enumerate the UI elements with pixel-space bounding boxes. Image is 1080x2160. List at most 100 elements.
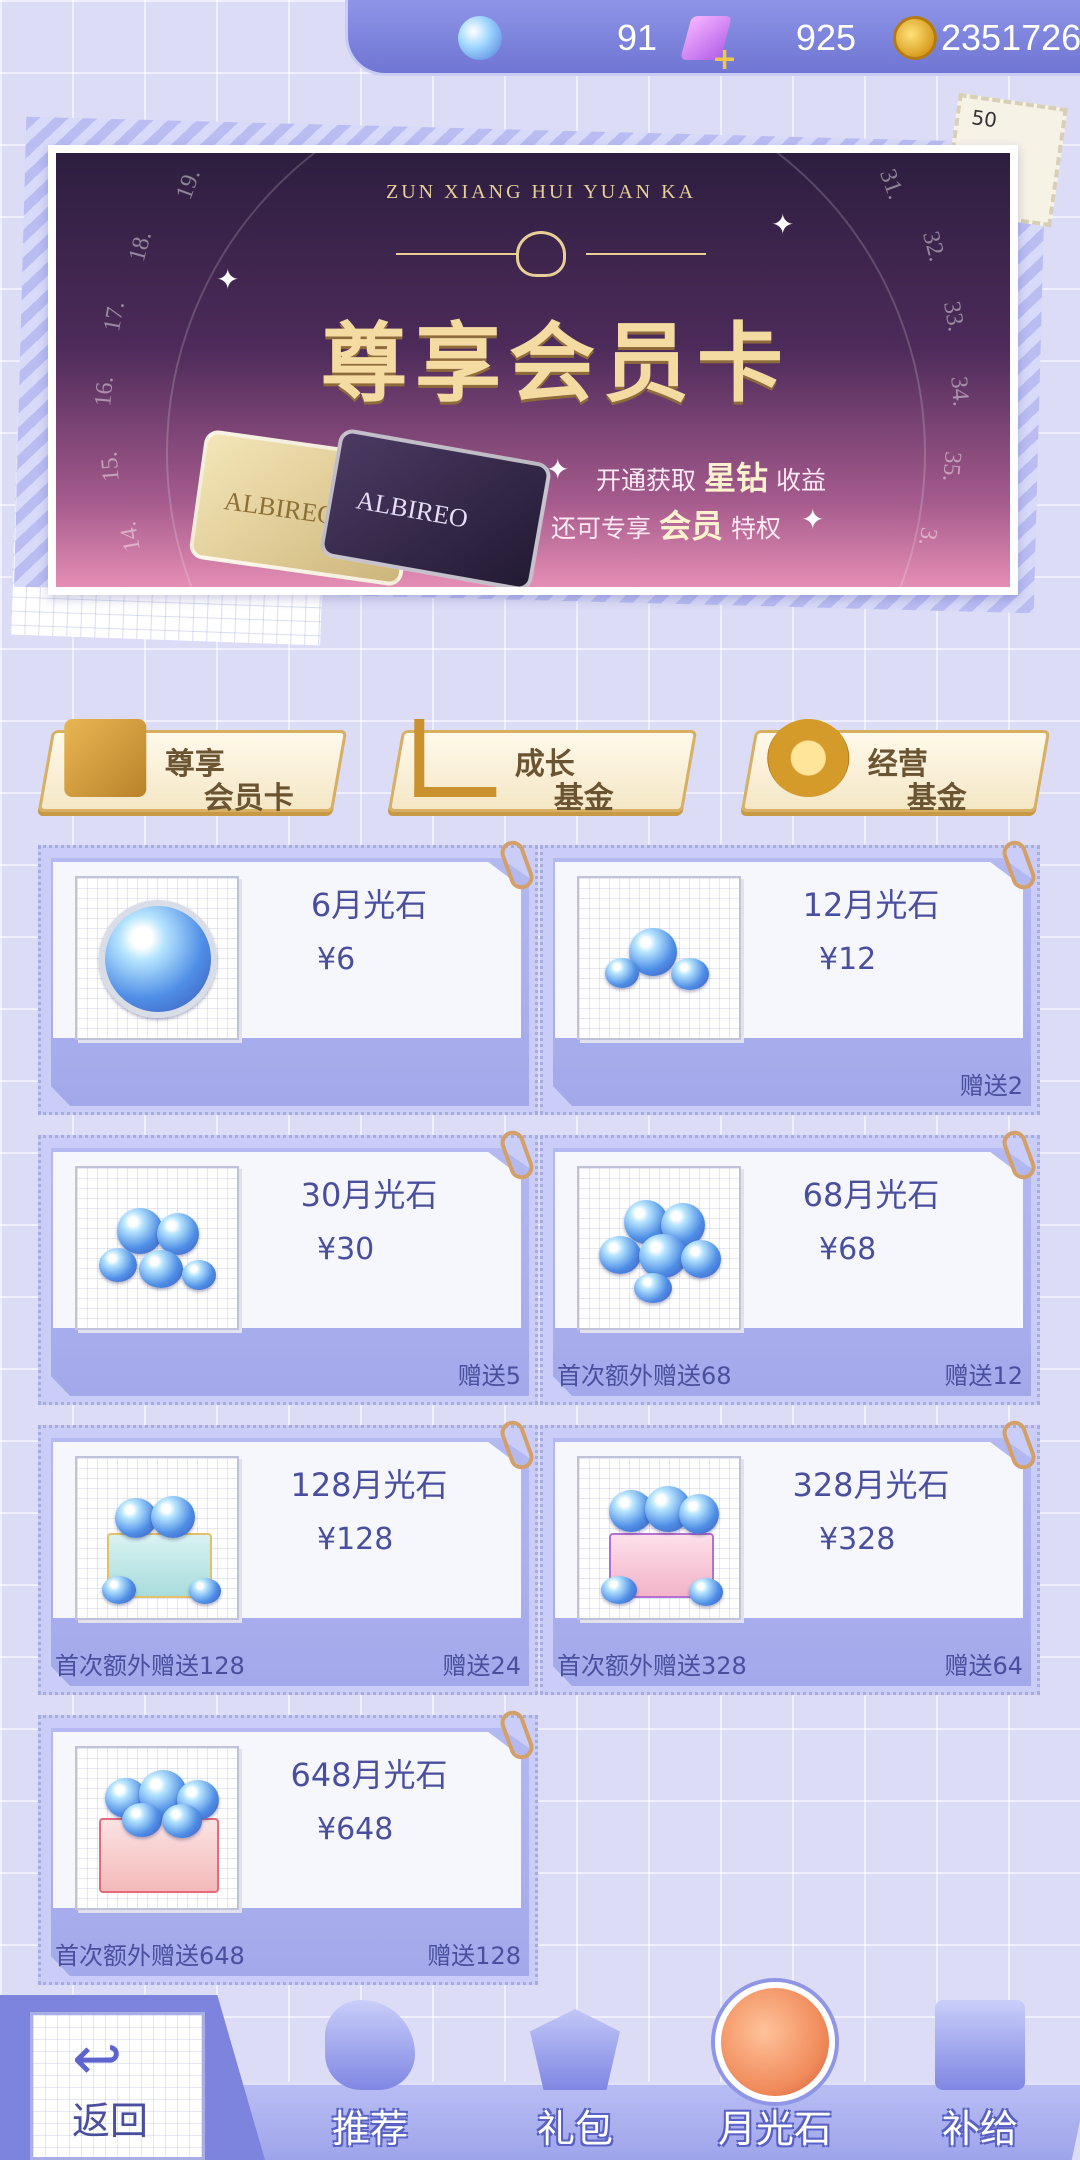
feature-label-line2: 基金 [553, 781, 614, 816]
moonstone-icon [99, 900, 217, 1018]
blue-gem-icon [458, 16, 502, 60]
moonstone-icon [151, 1496, 195, 1538]
product-name: 12月光石 [802, 886, 940, 924]
gold-currency[interactable]: 2351726 [893, 0, 1080, 76]
product-card-328[interactable]: 328月光石 ¥328 首次额外赠送328 赠送64 [540, 1417, 1040, 1695]
shopping-bag-icon [935, 2000, 1025, 2090]
swan-icon [325, 2000, 415, 2090]
sparkle-icon: ✦ [546, 453, 570, 486]
first-purchase-bonus: 首次额外赠送128 [55, 1652, 245, 1680]
dial-number: 17. [99, 299, 130, 334]
product-image [75, 1456, 239, 1620]
product-image [75, 1166, 239, 1330]
banner-benefit-line2: 还可专享 会员 特权 [551, 501, 781, 547]
product-price: ¥68 [819, 1232, 877, 1267]
gold-count: 2351726 [941, 17, 1080, 58]
banner-benefit-line1: 开通获取 星钻 收益 [596, 453, 826, 499]
product-image [75, 1746, 239, 1910]
moonstone-icon [102, 1576, 136, 1604]
moonstone-icon [599, 1236, 641, 1274]
product-price: ¥128 [317, 1522, 394, 1557]
moonstone-icon [182, 1260, 216, 1290]
moonstone-icon [99, 1248, 137, 1282]
tab-label: 礼包 [536, 2107, 613, 2151]
growth-fund-button[interactable]: 成长 基金 [387, 719, 698, 816]
product-image [75, 876, 239, 1040]
currency-bar: 91 + 925 2351726 [345, 0, 1080, 77]
tab-label: 推荐 [331, 2107, 408, 2151]
tab-supply[interactable]: 补给 [895, 1990, 1055, 2160]
benefit-highlight: 星钻 [703, 459, 768, 497]
tab-moonstone[interactable]: 月光石 [690, 1982, 850, 2160]
moonstone-icon [122, 1803, 162, 1837]
product-card-648[interactable]: 648月光石 ¥648 首次额外赠送648 赠送128 [38, 1707, 538, 1985]
gift-bonus: 赠送24 [442, 1652, 521, 1680]
product-price: ¥30 [317, 1232, 375, 1267]
dial-number: 14. [115, 519, 146, 554]
moonstone-icon [681, 1240, 721, 1278]
first-purchase-bonus: 首次额外赠送68 [557, 1362, 732, 1390]
growth-chart-icon [414, 719, 497, 797]
moonstone-icon [139, 1250, 183, 1288]
product-image [577, 876, 741, 1040]
membership-card-icon [64, 719, 147, 797]
sparkle-icon: ✦ [771, 208, 795, 241]
product-card-6[interactable]: 6月光石 ¥6 [38, 837, 538, 1115]
product-card-128[interactable]: 128月光石 ¥128 首次额外赠送128 赠送24 [38, 1417, 538, 1695]
product-card-30[interactable]: 30月光石 ¥30 赠送5 [38, 1127, 538, 1405]
benefit-text: 特权 [730, 514, 781, 543]
tab-recommend[interactable]: 推荐 [285, 1990, 445, 2160]
banner-subtitle: ZUN XIANG HUI YUAN KA [386, 181, 697, 203]
divider [396, 253, 516, 255]
crystal-currency[interactable]: + 925 [680, 0, 856, 77]
membership-card-button[interactable]: 尊享 会员卡 [37, 719, 348, 816]
dial-number: 35. [937, 450, 966, 483]
dial-number: 31. [874, 165, 909, 203]
product-price: ¥12 [819, 942, 877, 977]
dial-number: 18. [124, 228, 157, 265]
gift-bonus: 赠送64 [944, 1652, 1023, 1680]
gift-box-icon [99, 1818, 219, 1893]
card-brand: ALBIREO [354, 485, 471, 534]
back-label: 返回 [72, 2099, 149, 2143]
gold-coin-icon [893, 16, 937, 60]
gift-bonus: 赠送128 [427, 1942, 521, 1970]
gift-bonus: 赠送12 [944, 1362, 1023, 1390]
business-fund-button[interactable]: 经营 基金 [740, 719, 1051, 816]
divider [586, 253, 706, 255]
product-name: 328月光石 [792, 1466, 950, 1504]
moonstone-icon [679, 1494, 719, 1534]
product-price: ¥648 [317, 1812, 394, 1847]
moonstone-icon [157, 1213, 199, 1255]
product-name: 68月光石 [802, 1176, 940, 1214]
sparkle-icon: ✦ [216, 263, 240, 296]
first-purchase-bonus: 首次额外赠送648 [55, 1942, 245, 1970]
product-name: 6月光石 [310, 886, 428, 924]
dial-number: 16. [90, 375, 119, 408]
moonstone-icon [162, 1804, 202, 1838]
dial-number: 15. [96, 450, 125, 483]
feature-label-line2: 基金 [906, 781, 967, 816]
gem-currency[interactable]: 91 [458, 0, 657, 76]
tab-label: 月光石 [717, 2107, 832, 2151]
product-name: 30月光石 [300, 1176, 438, 1214]
dial-number: 33. [938, 299, 969, 334]
product-card-68[interactable]: 68月光石 ¥68 首次额外赠送68 赠送12 [540, 1127, 1040, 1405]
return-arrow-icon: ↩ [72, 2024, 123, 2094]
membership-banner[interactable]: 19. 18. 17. 16. 15. 14. 31. 32. 33. 34. … [48, 145, 1018, 595]
tab-gift-pack[interactable]: 礼包 [490, 1990, 650, 2160]
gift-hearts-icon [530, 2009, 620, 2090]
gift-bonus: 赠送2 [959, 1072, 1023, 1100]
product-card-12[interactable]: 12月光石 ¥12 赠送2 [540, 837, 1040, 1115]
moonstone-icon [117, 1208, 163, 1254]
moonstone-icon [639, 1234, 687, 1278]
gift-bonus: 赠送5 [457, 1362, 521, 1390]
moonstone-icon [715, 1982, 835, 2102]
moonstone-icon [671, 958, 709, 990]
product-image [577, 1166, 741, 1330]
benefit-text: 还可专享 [551, 514, 652, 543]
moonstone-icon [601, 1576, 637, 1604]
moonstone-icon [689, 1578, 723, 1606]
product-price: ¥328 [819, 1522, 896, 1557]
product-name: 648月光石 [290, 1756, 448, 1794]
